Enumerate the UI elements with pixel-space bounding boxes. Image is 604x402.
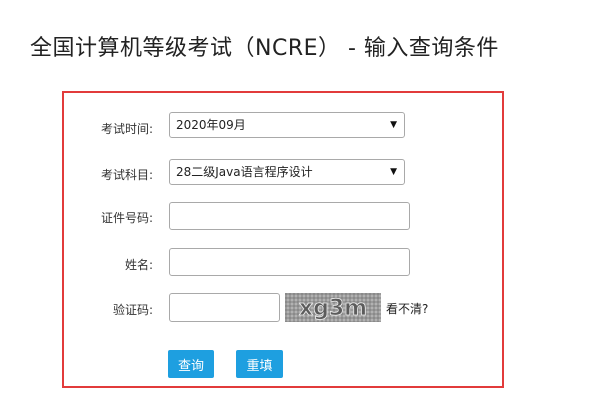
- exam-subject-value: 28二级Java语言程序设计: [176, 165, 313, 179]
- name-input[interactable]: [169, 248, 410, 276]
- query-form: 考试时间: 2020年09月 ▼ 考试科目: 28二级Java语言程序设计 ▼ …: [62, 91, 504, 388]
- exam-subject-label: 考试科目:: [100, 168, 153, 182]
- dropdown-arrow-icon: ▼: [390, 120, 397, 130]
- exam-time-value: 2020年09月: [176, 118, 246, 132]
- captcha-input[interactable]: [169, 293, 280, 322]
- refresh-captcha-link[interactable]: 看不清?: [386, 300, 428, 317]
- id-number-label: 证件号码:: [100, 211, 153, 225]
- id-number-input[interactable]: [169, 202, 410, 230]
- exam-time-label: 考试时间:: [100, 122, 153, 136]
- page-title: 全国计算机等级考试（NCRE） - 输入查询条件: [30, 36, 499, 61]
- exam-time-select[interactable]: 2020年09月 ▼: [169, 112, 405, 138]
- captcha-image[interactable]: xg3m: [285, 293, 381, 322]
- captcha-text: xg3m: [299, 296, 367, 321]
- reset-button[interactable]: 重填: [236, 350, 283, 378]
- name-label: 姓名:: [124, 258, 153, 272]
- dropdown-arrow-icon: ▼: [390, 167, 397, 177]
- query-button[interactable]: 查询: [168, 350, 214, 378]
- captcha-label: 验证码:: [112, 303, 153, 317]
- exam-subject-select[interactable]: 28二级Java语言程序设计 ▼: [169, 159, 405, 185]
